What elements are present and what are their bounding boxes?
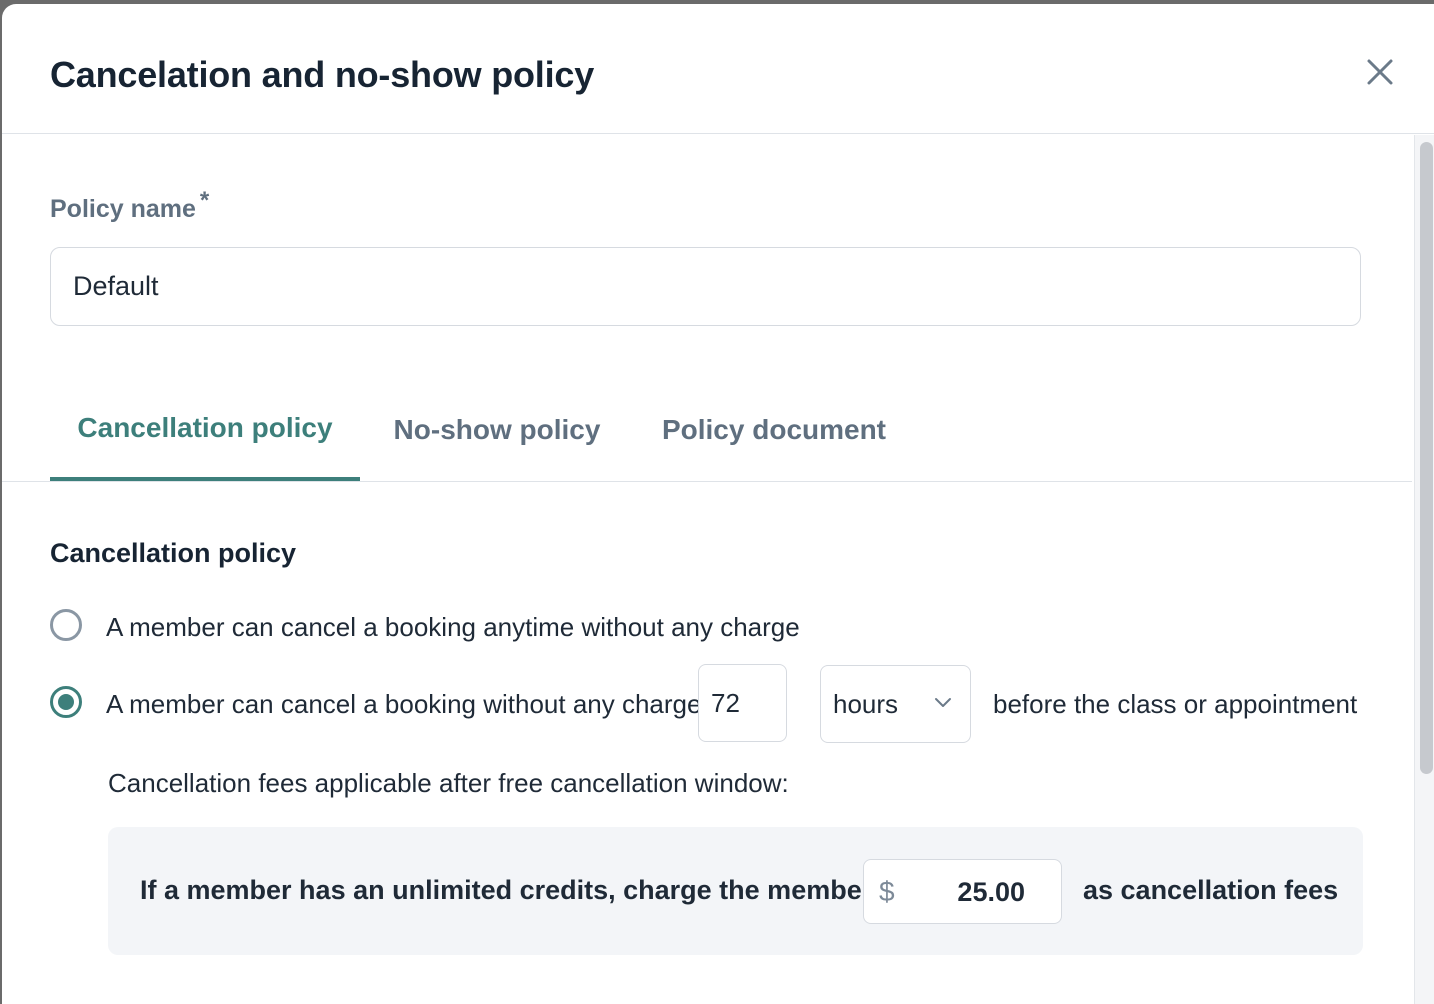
tab-policy-document[interactable]: Policy document bbox=[650, 384, 898, 481]
policy-name-label: Policy name * bbox=[50, 187, 209, 224]
section-title: Cancellation policy bbox=[50, 538, 297, 568]
scrollbar-thumb[interactable] bbox=[1420, 142, 1433, 774]
fee-amount-field: $ bbox=[863, 859, 1062, 924]
chevron-down-icon bbox=[935, 698, 951, 707]
cancel-window-suffix: before the class or appointment bbox=[993, 689, 1358, 719]
modal-header: Cancelation and no-show policy bbox=[2, 4, 1434, 134]
currency-symbol: $ bbox=[879, 876, 895, 907]
modal-title: Cancelation and no-show policy bbox=[50, 54, 595, 95]
option-cancel-anytime-label: A member can cancel a booking anytime wi… bbox=[106, 612, 800, 642]
policy-name-label-text: Policy name bbox=[50, 195, 196, 223]
policy-modal: Cancelation and no-show policy Policy na… bbox=[2, 4, 1434, 1004]
fees-panel: If a member has an unlimited credits, ch… bbox=[108, 827, 1363, 955]
radio-cancel-window[interactable] bbox=[50, 686, 82, 718]
tab-cancellation-policy[interactable]: Cancellation policy bbox=[50, 384, 360, 481]
option-cancel-window-label: A member can cancel a booking without an… bbox=[106, 689, 702, 719]
tab-no-show-policy[interactable]: No-show policy bbox=[382, 384, 612, 481]
cancel-window-input[interactable] bbox=[698, 664, 787, 742]
fee-rule-suffix: as cancellation fees bbox=[1083, 875, 1339, 905]
fee-amount-input[interactable] bbox=[915, 874, 1025, 910]
required-asterisk: * bbox=[199, 187, 210, 214]
policy-tabs: Cancellation policy No-show policy Polic… bbox=[2, 384, 1412, 482]
close-button[interactable] bbox=[1366, 58, 1394, 86]
cancel-window-unit-select[interactable]: hours bbox=[820, 665, 971, 743]
radio-cancel-anytime[interactable] bbox=[50, 609, 82, 641]
policy-name-input[interactable] bbox=[50, 247, 1361, 326]
fees-heading: Cancellation fees applicable after free … bbox=[108, 768, 789, 798]
unit-select-value: hours bbox=[833, 689, 899, 719]
fee-rule-prefix: If a member has an unlimited credits, ch… bbox=[140, 875, 873, 905]
close-icon bbox=[1367, 59, 1393, 85]
